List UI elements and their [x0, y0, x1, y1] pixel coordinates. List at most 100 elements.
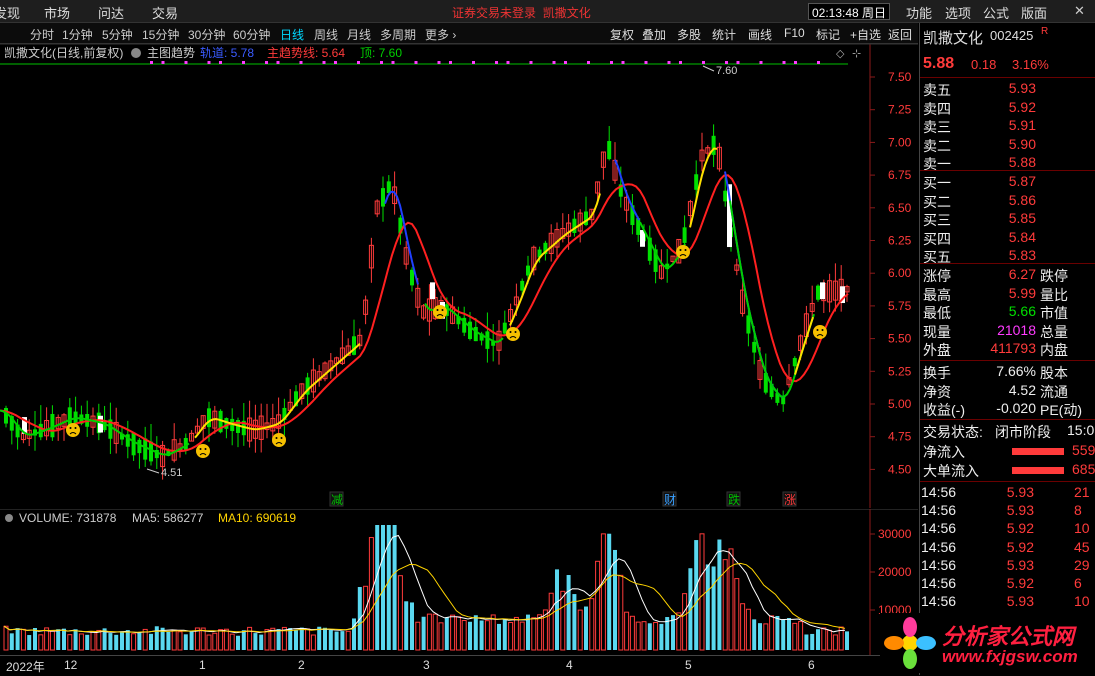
signal-dot	[587, 61, 590, 64]
tool-f10[interactable]: F10	[784, 26, 805, 40]
event-tag[interactable]: 涨	[784, 492, 796, 507]
vol-ratio-label: 量比	[1040, 286, 1068, 303]
tick-time: 14:56	[921, 502, 957, 519]
volume-bar-down	[125, 630, 130, 650]
volume-bar-down	[572, 594, 577, 650]
high-label: 最高	[923, 286, 951, 303]
tool-multi-stock[interactable]: 多股	[677, 26, 701, 43]
signal-dot	[679, 61, 682, 64]
nav-value: 4.52	[1008, 381, 1036, 398]
tool-add-watchlist[interactable]: +自选	[850, 26, 881, 43]
menu-layout[interactable]: 版面	[1021, 3, 1047, 22]
netflow-row: 净流入 559	[920, 442, 1095, 461]
price-axis-label: 4.75	[888, 430, 912, 444]
tick-price: 5.92	[1006, 520, 1034, 537]
volume-bar-down	[705, 564, 710, 650]
tool-overlay[interactable]: 叠加	[642, 26, 666, 43]
time-axis-label: 5	[685, 658, 692, 672]
bid-row: 买三 5.85	[920, 210, 1095, 229]
panel-divider	[920, 360, 1095, 361]
period-more[interactable]: 更多 ›	[425, 26, 456, 43]
nav-label: 净资	[923, 383, 951, 400]
volume-bar-down	[647, 623, 652, 650]
volume-bar-down	[444, 617, 449, 650]
period-weekly[interactable]: 周线	[314, 26, 338, 43]
bigflow-row: 大单流入 685	[920, 461, 1095, 480]
bid-label: 买五	[923, 249, 951, 265]
outer-value: 411793	[990, 340, 1036, 356]
tool-restore-rights[interactable]: 复权	[610, 26, 634, 43]
price-axis-label: 6.25	[888, 234, 912, 248]
price-row: 5.88 0.18 3.16%	[920, 55, 1095, 77]
period-multi[interactable]: 多周期	[380, 26, 416, 43]
diamond-icon[interactable]: ◇	[836, 48, 845, 60]
signal-dot	[564, 61, 567, 64]
tool-mark[interactable]: 标记	[816, 26, 840, 43]
eps-label: 收益(-)	[923, 402, 965, 418]
volume-bar-down	[392, 525, 397, 650]
close-icon[interactable]: ✕	[1074, 3, 1085, 19]
tool-statistics[interactable]: 统计	[712, 26, 736, 43]
volume-bar-down	[299, 627, 304, 650]
menu-options[interactable]: 选项	[945, 3, 971, 22]
period-60min[interactable]: 60分钟	[233, 26, 270, 43]
period-15min[interactable]: 15分钟	[142, 26, 179, 43]
menu-discover[interactable]: 发现	[0, 3, 20, 22]
ask-row: 卖二 5.90	[920, 136, 1095, 155]
bigflow-bar	[1012, 467, 1064, 474]
tick-price: 5.93	[1006, 502, 1034, 519]
panel-divider	[920, 170, 1095, 171]
shares-label: 股本	[1040, 365, 1068, 381]
menu-formula[interactable]: 公式	[983, 3, 1009, 22]
event-tag[interactable]: 减	[331, 493, 343, 507]
indicator-settings-icon[interactable]	[131, 48, 141, 58]
period-1min[interactable]: 1分钟	[62, 26, 93, 43]
time-axis-label: 2022年	[6, 660, 45, 674]
period-timeshare[interactable]: 分时	[30, 26, 54, 43]
stat-row: 最高 5.99 量比	[920, 285, 1095, 304]
candlestick-chart[interactable]: 凯撒文化(日线,前复权) 主图趋势 轨道: 5.78 主趋势线: 5.64 顶: 7.6…	[0, 44, 918, 508]
login-notice[interactable]: 证券交易未登录 凯撒文化	[452, 4, 591, 21]
tool-back[interactable]: 返回	[888, 26, 912, 43]
volume-bar-down	[236, 635, 240, 650]
volume-bar-down	[73, 629, 78, 650]
volume-bar-down	[114, 634, 119, 650]
menu-wenda[interactable]: 问达	[98, 3, 124, 22]
tick-row: 14:56 5.93 10	[920, 593, 1095, 612]
volume-chart[interactable]: VOLUME: 731878 MA5: 586277 MA10: 690619 300…	[0, 509, 918, 655]
stat-row: 现量 21018 总量	[920, 322, 1095, 341]
price-axis-label: 5.75	[888, 299, 912, 313]
volume-bar-down	[375, 525, 380, 650]
signal-dot	[207, 61, 211, 64]
period-monthly[interactable]: 月线	[347, 26, 371, 43]
signal-dot	[265, 61, 268, 64]
menu-trade[interactable]: 交易	[152, 3, 178, 22]
price-axis-label: 5.00	[888, 397, 912, 411]
candle-body-down	[131, 432, 136, 456]
menu-market[interactable]: 市场	[44, 3, 70, 22]
candle-body-down	[816, 285, 820, 300]
signal-dot	[817, 61, 820, 64]
pe-label: PE(动)	[1040, 402, 1082, 418]
volume-bar-down	[108, 633, 113, 650]
limit-down-label: 跌停	[1040, 268, 1068, 284]
bid-row: 买二 5.86	[920, 192, 1095, 211]
price-change: 0.18	[971, 57, 997, 72]
ma5-label: MA5: 586277	[132, 511, 204, 525]
menu-function[interactable]: 功能	[906, 3, 932, 22]
period-30min[interactable]: 30分钟	[188, 26, 225, 43]
volume-settings-icon[interactable]	[5, 514, 13, 522]
stock-title: 凯撒文化 002425 R	[920, 26, 1095, 49]
top-value-label: 顶: 7.60	[360, 46, 402, 60]
event-tag[interactable]: 跌	[728, 492, 740, 507]
period-5min[interactable]: 5分钟	[102, 26, 133, 43]
volume-bar-down	[502, 618, 507, 650]
event-tag[interactable]: 财	[664, 493, 676, 507]
volume-bar-down	[816, 629, 820, 650]
signal-face-icon	[196, 444, 210, 458]
period-daily[interactable]: 日线	[280, 26, 304, 43]
candle-body-flat	[820, 282, 825, 300]
tool-draw-line[interactable]: 画线	[748, 26, 772, 43]
candle-body-down	[607, 141, 612, 160]
pin-icon[interactable]: ⊹	[852, 48, 861, 60]
